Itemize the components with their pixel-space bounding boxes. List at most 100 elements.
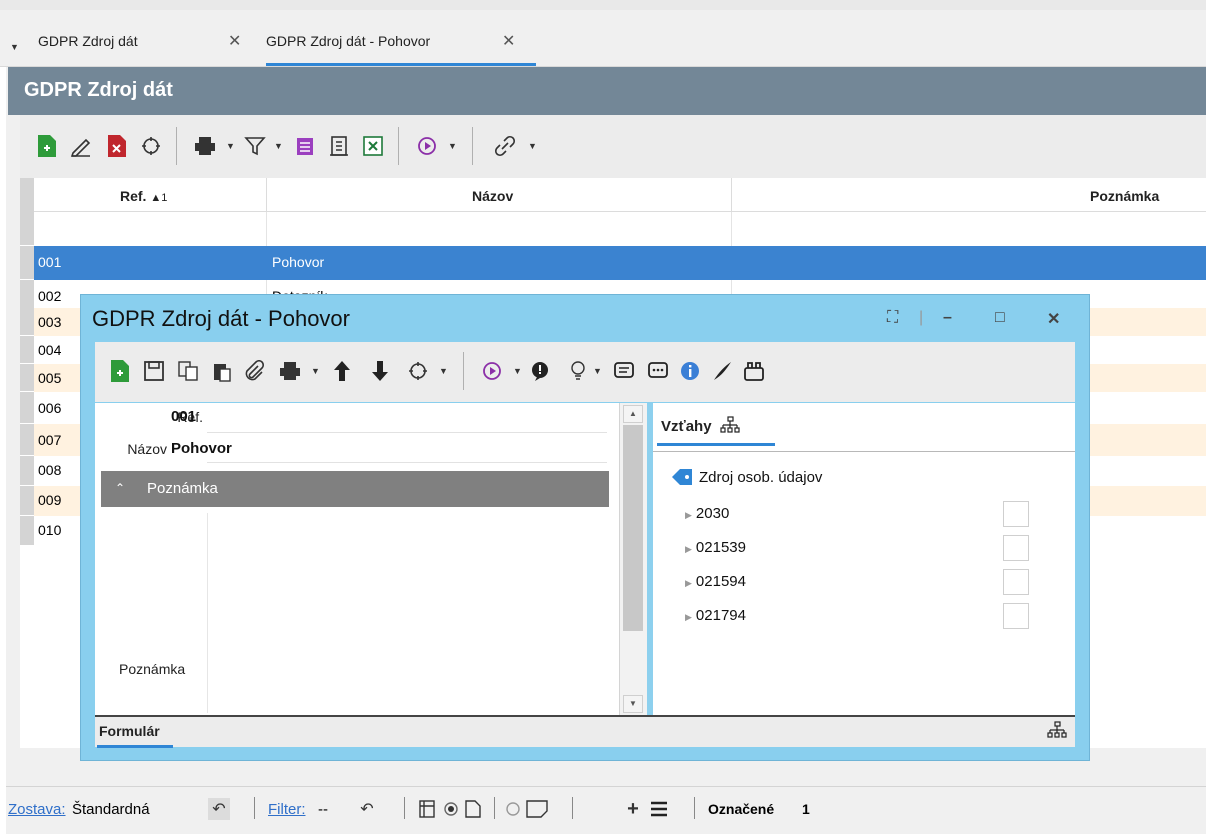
fullscreen-icon[interactable]: ⛶ (887, 309, 898, 327)
link-icon[interactable] (490, 131, 520, 161)
page-view-icon[interactable] (462, 798, 484, 820)
print-dropdown-icon[interactable]: ▼ (226, 141, 235, 151)
row-selector-header[interactable] (20, 178, 34, 212)
binoculars-icon[interactable] (739, 356, 769, 386)
row-selector[interactable] (20, 336, 34, 364)
tree-item[interactable]: ▶ 2030 (685, 505, 729, 522)
name-field-box[interactable] (207, 435, 607, 463)
tab-gdpr-zdroj-dat[interactable]: GDPR Zdroj dát ✕ (38, 32, 252, 67)
expand-arrow-icon[interactable]: ▶ (685, 510, 692, 520)
attachment-icon[interactable] (239, 356, 269, 386)
chat-icon[interactable] (643, 356, 673, 386)
scroll-up-icon[interactable]: ▲ (623, 405, 643, 423)
note-view-icon[interactable] (526, 798, 548, 820)
chevron-up-icon[interactable]: ⌃ (115, 481, 125, 495)
column-header-note[interactable]: Poznámka (1090, 188, 1159, 204)
link-dropdown-icon[interactable]: ▼ (528, 141, 537, 151)
expand-arrow-icon[interactable]: ▶ (685, 544, 692, 554)
expand-arrow-icon[interactable]: ▶ (685, 612, 692, 622)
radio-selected-icon[interactable] (440, 798, 462, 820)
column-settings-icon[interactable] (416, 798, 438, 820)
column-header-ref[interactable]: Ref. ▲1 (120, 188, 167, 204)
tab-list-dropdown-icon[interactable]: ▼ (10, 42, 19, 52)
filter-icon[interactable] (240, 131, 270, 161)
run-action-dropdown-icon[interactable]: ▼ (448, 141, 457, 151)
close-icon[interactable]: ✕ (228, 31, 241, 51)
refresh-icon[interactable] (136, 131, 166, 161)
report-icon[interactable] (324, 131, 354, 161)
row-selector[interactable] (20, 424, 34, 456)
add-icon[interactable]: + (622, 798, 644, 820)
tree-item-checkbox[interactable] (1003, 603, 1029, 629)
list-menu-icon[interactable] (648, 798, 670, 820)
tree-item[interactable]: ▶ 021539 (685, 539, 746, 556)
filter-dropdown-icon[interactable]: ▼ (274, 141, 283, 151)
tree-item[interactable]: ▶ 021594 (685, 573, 746, 590)
table-row-selected[interactable]: 001 Pohovor (20, 246, 1206, 280)
name-value[interactable]: Pohovor (171, 440, 232, 457)
expand-arrow-icon[interactable]: ▶ (685, 578, 692, 588)
row-selector[interactable] (20, 516, 34, 546)
ref-field-box[interactable] (207, 405, 607, 433)
scrollbar-thumb[interactable] (623, 425, 643, 631)
row-selector[interactable] (20, 364, 34, 392)
ref-value[interactable]: 001 (171, 408, 196, 425)
tab-form[interactable]: Formulár (99, 723, 160, 739)
maximize-icon[interactable]: □ (995, 309, 1005, 327)
row-selector[interactable] (20, 456, 34, 486)
signature-icon[interactable] (707, 356, 737, 386)
lightbulb-dropdown-icon[interactable]: ▼ (593, 366, 602, 376)
run-action-icon[interactable] (412, 131, 442, 161)
reset-filter-icon[interactable]: ↶ (356, 798, 378, 820)
edit-pencil-icon[interactable] (66, 131, 96, 161)
form-scrollbar[interactable]: ▲ ▼ (619, 403, 647, 715)
run-action-dropdown-icon[interactable]: ▼ (513, 366, 522, 376)
tree-item-checkbox[interactable] (1003, 535, 1029, 561)
move-down-icon[interactable] (365, 356, 395, 386)
column-header-name[interactable]: Názov (472, 188, 513, 204)
alert-icon[interactable] (525, 356, 555, 386)
print-dropdown-icon[interactable]: ▼ (311, 366, 320, 376)
tab-gdpr-zdroj-dat-pohovor[interactable]: GDPR Zdroj dát - Pohovor ✕ (266, 32, 536, 67)
tab-relations[interactable]: Vzťahy (661, 416, 740, 435)
comment-icon[interactable] (609, 356, 639, 386)
tree-item[interactable]: ▶ 021794 (685, 607, 746, 624)
hierarchy-icon[interactable] (1047, 721, 1067, 744)
zostava-link[interactable]: Zostava: (8, 801, 66, 818)
tree-item-checkbox[interactable] (1003, 569, 1029, 595)
row-selector[interactable] (20, 308, 34, 336)
table-row[interactable] (20, 212, 1206, 246)
row-selector[interactable] (20, 212, 34, 246)
copy-icon[interactable] (173, 356, 203, 386)
row-selector[interactable] (20, 486, 34, 516)
minimize-icon[interactable]: – (943, 309, 952, 327)
tree-item-checkbox[interactable] (1003, 501, 1029, 527)
move-up-icon[interactable] (327, 356, 357, 386)
new-record-icon[interactable] (32, 131, 62, 161)
row-selector[interactable] (20, 392, 34, 424)
delete-record-icon[interactable] (102, 131, 132, 161)
refresh-dropdown-icon[interactable]: ▼ (439, 366, 448, 376)
note-section-header[interactable]: ⌃ Poznámka (101, 471, 609, 507)
status-bar: Zostava: Štandardná ↶ Filter: -- ↶ + Ozn… (6, 786, 1206, 830)
print-icon[interactable] (190, 131, 220, 161)
filter-link[interactable]: Filter: (268, 801, 306, 818)
close-icon[interactable]: ✕ (1047, 309, 1060, 329)
row-selector[interactable] (20, 246, 34, 280)
paste-icon[interactable] (207, 356, 237, 386)
radio-unselected-icon[interactable] (502, 798, 524, 820)
close-icon[interactable]: ✕ (502, 31, 515, 51)
scroll-down-icon[interactable]: ▼ (623, 695, 643, 713)
refresh-icon[interactable] (403, 356, 433, 386)
run-action-icon[interactable] (477, 356, 507, 386)
save-icon[interactable] (139, 356, 169, 386)
lightbulb-icon[interactable] (563, 356, 593, 386)
new-record-icon[interactable] (105, 356, 135, 386)
reset-zostava-icon[interactable]: ↶ (208, 798, 230, 820)
note-textarea[interactable] (207, 513, 601, 713)
notes-icon[interactable] (290, 131, 320, 161)
excel-export-icon[interactable] (358, 131, 388, 161)
print-icon[interactable] (275, 356, 305, 386)
info-icon[interactable] (675, 356, 705, 386)
tree-root-label[interactable]: Zdroj osob. údajov (699, 469, 822, 486)
